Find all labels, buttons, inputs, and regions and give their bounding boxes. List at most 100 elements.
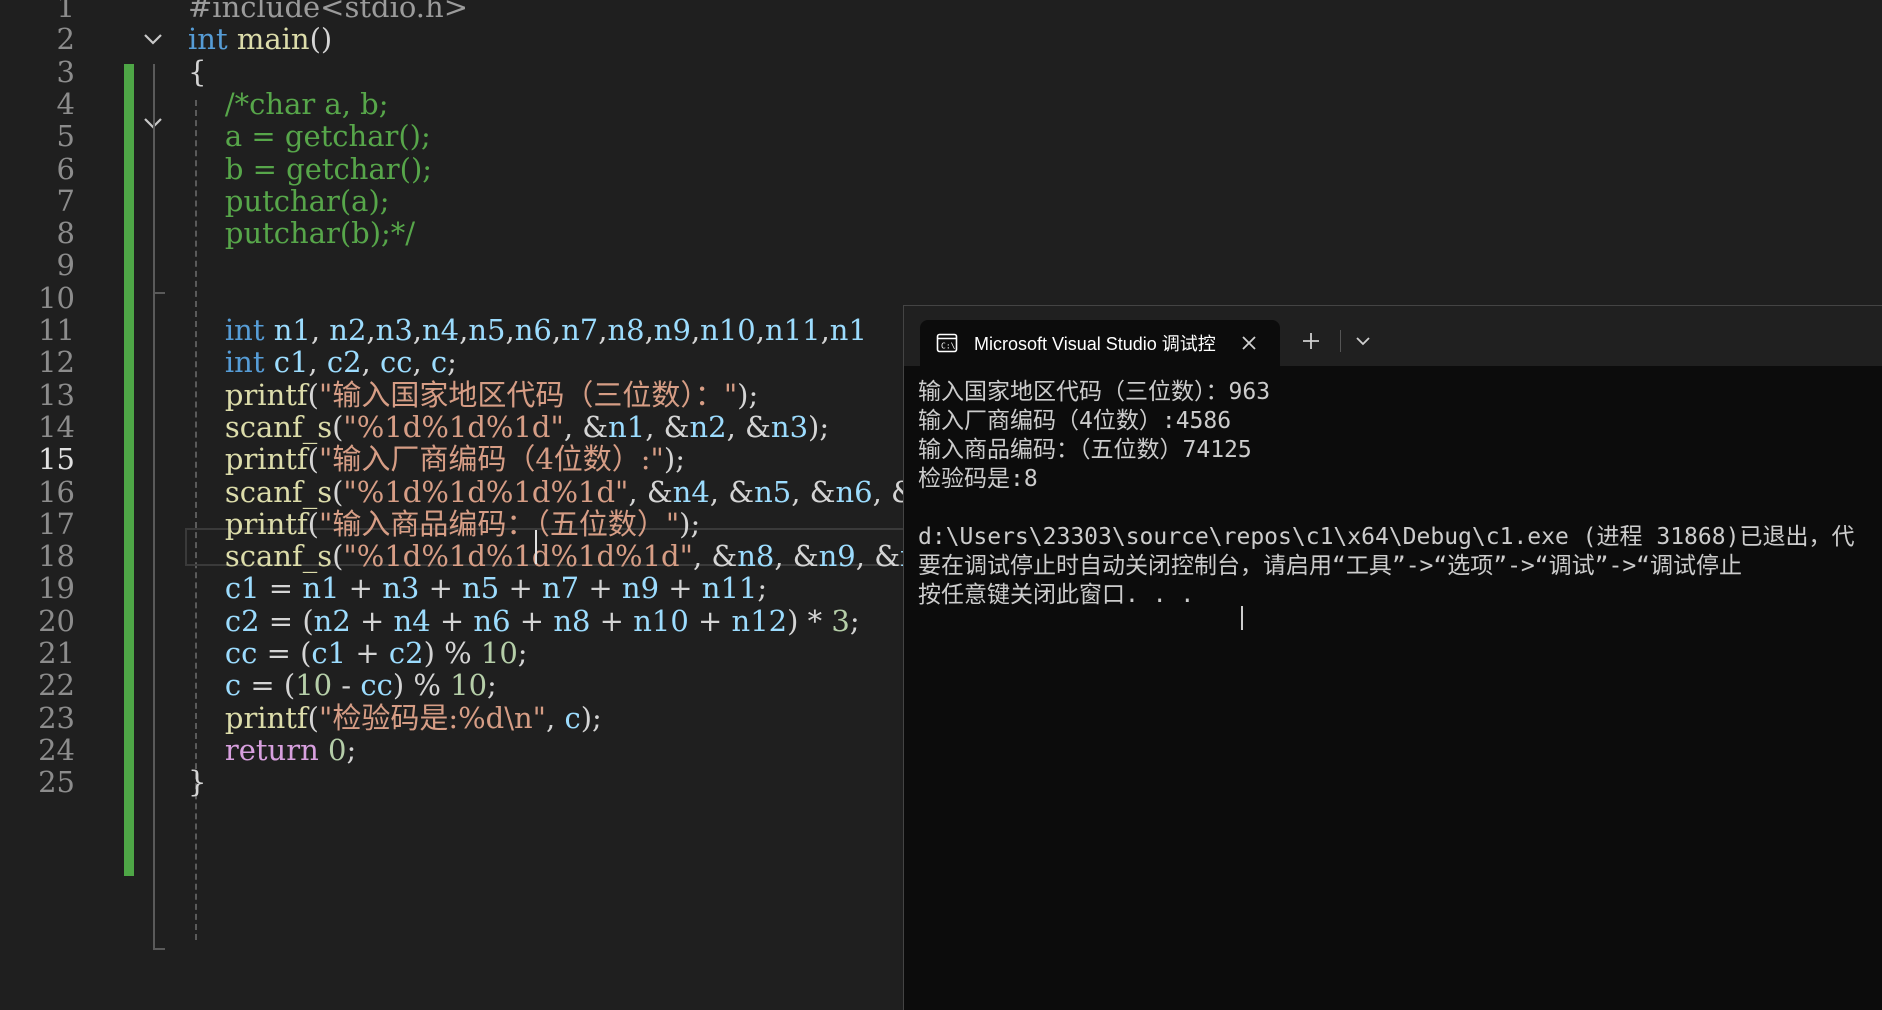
console-app-icon: C:\ <box>936 332 958 354</box>
console-output-line: 输入国家地区代码（三位数）：963 <box>918 379 1271 405</box>
console-cursor <box>1241 606 1243 630</box>
code-token: + <box>419 571 463 606</box>
code-token: () <box>309 22 333 57</box>
console-output-line: d:\Users\23303\source\repos\c1\x64\Debug… <box>918 524 1855 550</box>
code-token: , <box>551 313 562 347</box>
code-token: , <box>412 313 422 347</box>
code-token: "输入厂商编码（4位数）:" <box>318 442 664 477</box>
code-token: n9 <box>653 313 691 347</box>
code-token: printf <box>224 700 308 735</box>
code-token: c1 <box>224 571 260 606</box>
code-token: , <box>644 313 654 347</box>
code-line[interactable]: putchar(b);*/ <box>188 214 415 253</box>
code-token: ); <box>580 700 602 735</box>
code-token: n5 <box>462 571 500 606</box>
code-token: 10 <box>295 668 333 703</box>
titlebar-divider <box>1340 330 1341 352</box>
code-token: , & <box>563 409 609 444</box>
code-token: , <box>820 313 830 347</box>
debug-console-window[interactable]: C:\ Microsoft Visual Studio 调试控 输入国家地区代码… <box>903 305 1882 1010</box>
code-token: ); <box>663 442 685 477</box>
code-token: a = getchar(); <box>224 119 431 154</box>
code-token: c2 <box>388 636 424 670</box>
code-token: scanf_s <box>224 539 333 574</box>
code-line[interactable]: return 0; <box>188 731 356 770</box>
code-token: c <box>224 668 242 703</box>
console-output[interactable]: 输入国家地区代码（三位数）：963 输入厂商编码（4位数）:4586 输入商品编码：… <box>918 378 1878 998</box>
code-token: ; <box>346 732 357 767</box>
code-token: n1 <box>608 409 646 444</box>
code-token: , & <box>855 539 901 574</box>
fold-main-chevron-down-icon[interactable] <box>142 28 164 50</box>
code-token: 0 <box>328 732 347 767</box>
code-token: , & <box>726 409 771 444</box>
code-token: c2 <box>326 345 362 380</box>
code-token: { <box>188 54 207 89</box>
code-token: n3 <box>375 313 413 347</box>
code-token: ( <box>332 409 344 444</box>
code-token: = ( <box>259 603 314 638</box>
code-token: "%1d%1d%1d" <box>343 409 564 444</box>
code-token: c2 <box>224 603 260 638</box>
console-output-line: 检验码是:8 <box>918 466 1038 492</box>
tab-close-icon[interactable] <box>1238 332 1260 354</box>
code-token: , & <box>645 409 690 444</box>
code-token: ; <box>447 345 457 380</box>
line-number-gutter: 1 2 3 4 5 6 7 8 9 10 11 12 13 14 15 16 17 18 19 20 21 22 23 24 2… <box>0 0 90 1009</box>
console-tab[interactable]: C:\ Microsoft Visual Studio 调试控 <box>920 320 1280 366</box>
code-token: "%1d%1d%1d%1d%1d" <box>343 539 693 574</box>
code-token: n5 <box>468 313 506 347</box>
code-token: , <box>310 313 330 347</box>
code-token: = ( <box>257 636 312 670</box>
change-tracking-bar <box>124 64 134 876</box>
code-token: "输入国家地区代码（三位数）：" <box>318 377 738 412</box>
code-token: main <box>236 22 310 57</box>
code-token: n7 <box>542 571 580 606</box>
code-token: "检验码是:%d\n" <box>318 700 547 735</box>
code-token: ( <box>307 700 319 735</box>
code-token: ) % <box>392 668 451 703</box>
console-output-line: 按任意键关闭此窗口. . . <box>918 582 1195 608</box>
code-token: + <box>590 603 634 638</box>
code-token: + <box>499 571 542 606</box>
code-token: ); <box>808 409 830 444</box>
console-tab-title: Microsoft Visual Studio 调试控 <box>974 334 1216 354</box>
code-token: printf <box>224 442 308 477</box>
code-token: cc <box>360 668 393 703</box>
code-token: "输入商品编码：（五位数）" <box>318 506 680 541</box>
code-token: 3 <box>831 603 850 638</box>
code-line[interactable]: int main() <box>188 20 332 59</box>
code-token: n8 <box>737 539 775 574</box>
code-token: = ( <box>241 668 296 703</box>
code-token: 10 <box>480 636 518 670</box>
code-token: + <box>659 571 702 606</box>
code-token: , <box>505 313 515 347</box>
code-token: n1 <box>273 313 311 347</box>
new-tab-plus-icon[interactable] <box>1300 330 1322 352</box>
fold-region-guide-end <box>153 948 165 950</box>
console-output-line: 要在调试停止时自动关闭控制台，请启用“工具”->“选项”->“调试”->“调试停… <box>918 553 1743 579</box>
code-token: n12 <box>731 603 788 638</box>
code-token: , & <box>628 474 673 509</box>
code-token: n3 <box>382 571 420 606</box>
code-token: + <box>510 603 554 638</box>
tab-dropdown-chevron-down-icon[interactable] <box>1352 330 1374 352</box>
code-token: - <box>332 668 361 703</box>
code-token: = <box>259 571 303 606</box>
code-line[interactable]: } <box>188 763 206 802</box>
code-token: c <box>564 700 581 735</box>
console-titlebar[interactable]: C:\ Microsoft Visual Studio 调试控 <box>904 306 1882 366</box>
code-token: ; <box>849 603 860 638</box>
